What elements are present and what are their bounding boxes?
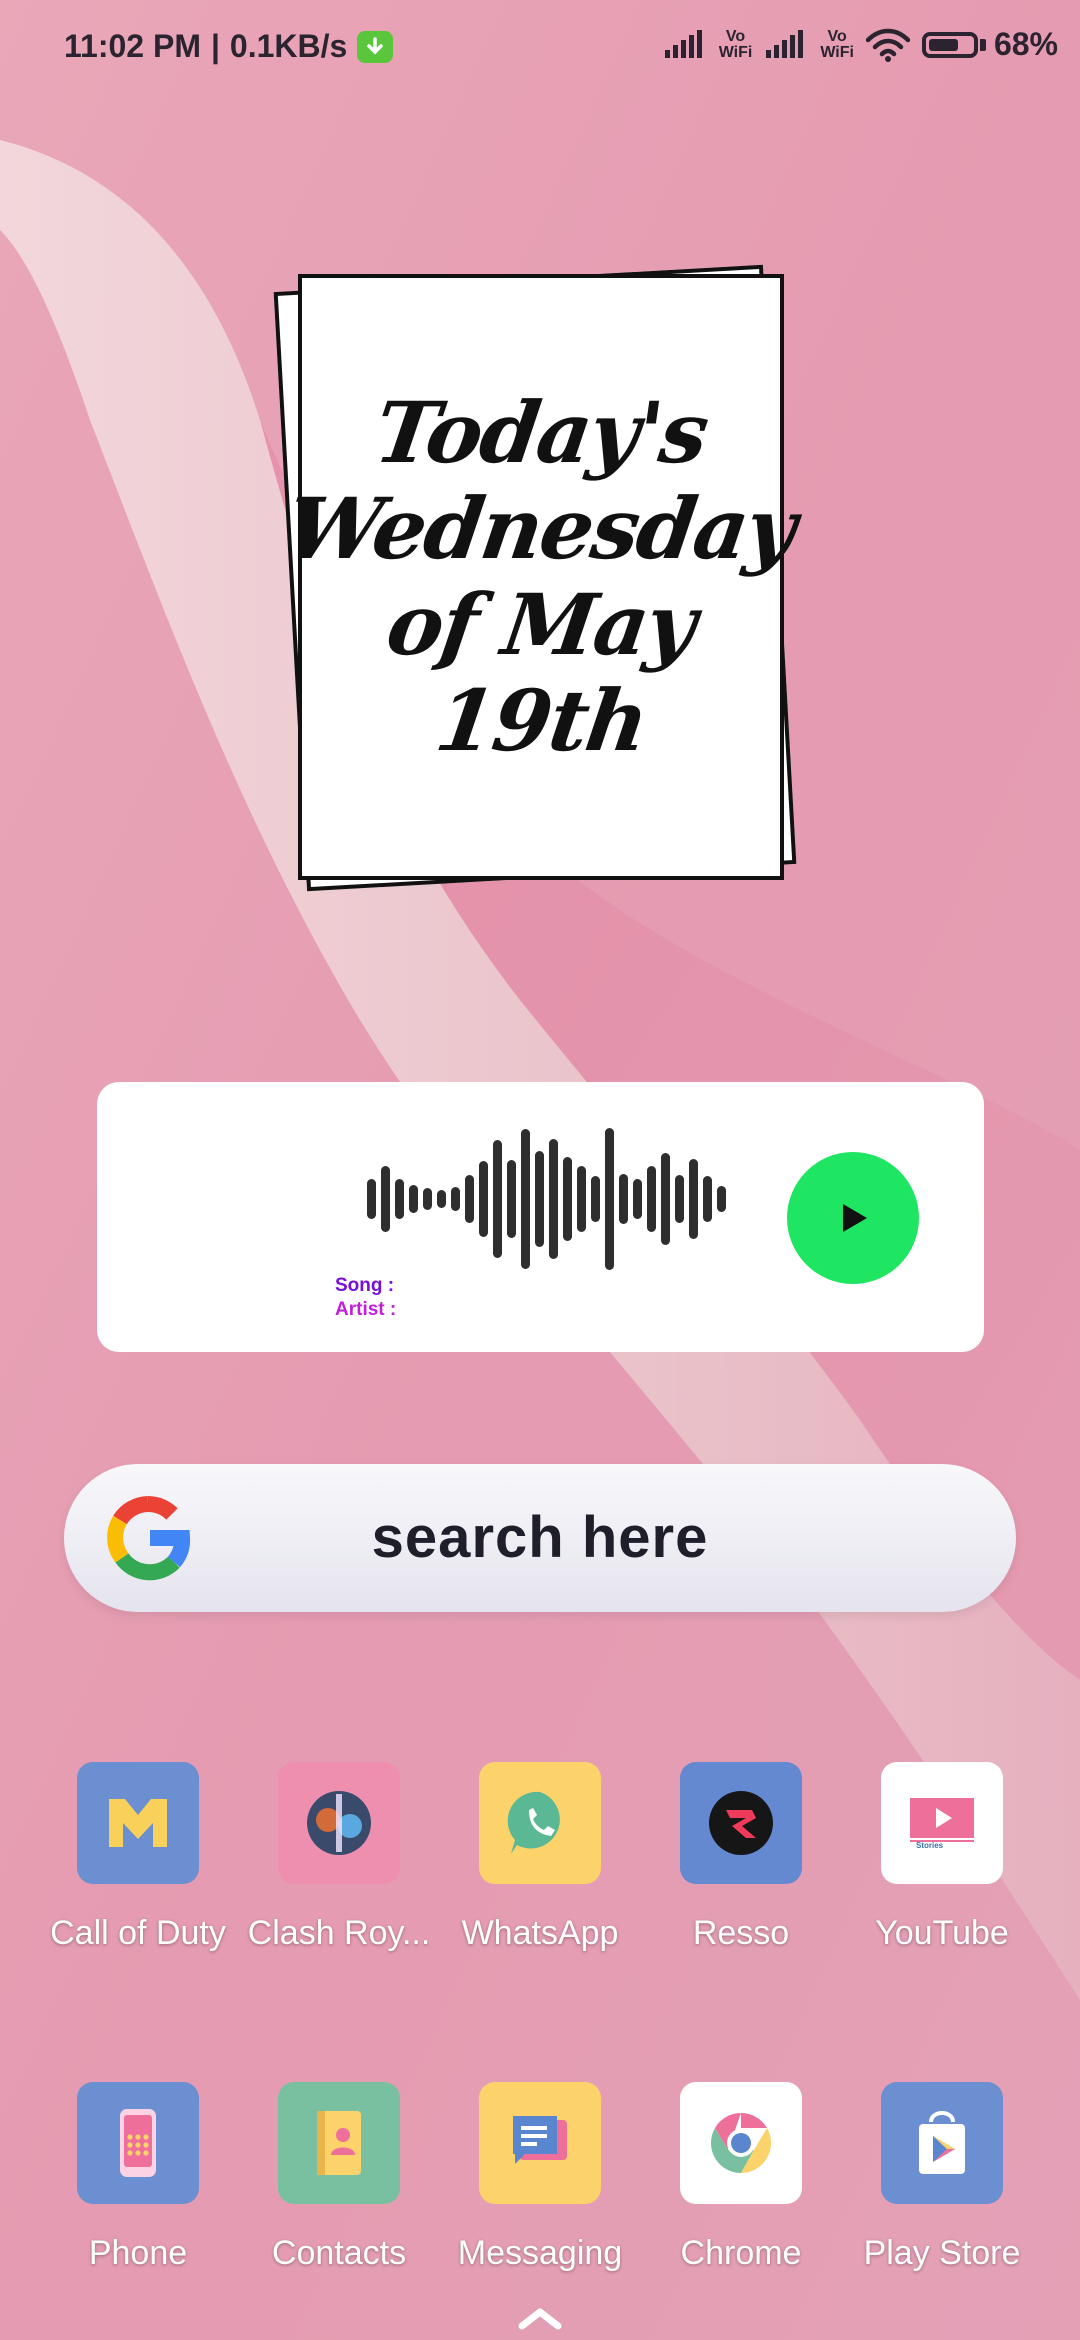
search-placeholder: search here: [371, 1505, 709, 1570]
youtube-icon: Stories: [881, 1762, 1003, 1884]
date-widget[interactable]: Today's Wednesday of May 19th: [260, 258, 820, 908]
app-resso[interactable]: Resso: [641, 1762, 841, 1953]
app-chrome[interactable]: Chrome: [641, 2082, 841, 2273]
app-label: Call of Duty: [50, 1914, 226, 1952]
app-call-of-duty[interactable]: Call of Duty: [38, 1762, 238, 1953]
resso-icon: [680, 1762, 802, 1884]
status-bar: 11:02 PM | 0.1KB/s Vo WiFi Vo WiFi 68%: [0, 0, 1080, 96]
contacts-icon: [278, 2082, 400, 2204]
app-label: Contacts: [271, 2234, 407, 2272]
wave-bar: [437, 1190, 446, 1208]
wave-bar: [577, 1166, 586, 1232]
vowifi-icon: Vo WiFi: [718, 27, 753, 61]
wave-bar: [395, 1179, 404, 1219]
app-label: WhatsApp: [461, 1914, 619, 1952]
app-label: Play Store: [863, 2234, 1021, 2272]
wave-bar: [717, 1186, 726, 1212]
wave-bar: [409, 1185, 418, 1213]
play-icon: [843, 1204, 867, 1232]
date-line-4: 19th: [429, 671, 653, 770]
app-whatsapp[interactable]: WhatsApp: [440, 1762, 640, 1953]
app-label: Phone: [88, 2234, 188, 2272]
wave-bar: [521, 1129, 530, 1269]
app-label: Messaging: [457, 2234, 623, 2272]
download-icon: [357, 30, 394, 63]
signal-icon: [664, 29, 702, 58]
wave-bar: [703, 1176, 712, 1222]
battery-percent: 68%: [993, 26, 1058, 62]
chevron-up-icon[interactable]: [516, 2306, 564, 2330]
chrome-icon: [680, 2082, 802, 2204]
clash-royale-icon: [278, 1762, 400, 1884]
sound-wave-icon: [367, 1124, 737, 1274]
wave-bar: [535, 1151, 544, 1247]
paper-front: Today's Wednesday of May 19th: [281, 274, 801, 880]
app-label: YouTube: [875, 1914, 1009, 1952]
app-label: Resso: [692, 1914, 790, 1952]
play-button[interactable]: [787, 1152, 919, 1284]
wave-bar: [633, 1179, 642, 1219]
music-widget[interactable]: Song : Artist :: [97, 1082, 984, 1352]
wifi-icon: [865, 28, 910, 62]
battery-indicator: 68%: [921, 26, 1058, 63]
song-label: Song :: [335, 1275, 395, 1296]
call-of-duty-icon: [77, 1762, 199, 1884]
clock: 11:02 PM: [64, 28, 201, 64]
wave-bar: [423, 1188, 432, 1210]
wave-bar: [647, 1166, 656, 1232]
wave-bar: [479, 1161, 488, 1237]
status-left: 11:02 PM | 0.1KB/s: [64, 28, 394, 65]
app-play-store[interactable]: Play Store: [842, 2082, 1042, 2273]
wave-bar: [563, 1157, 572, 1241]
wave-bar: [661, 1153, 670, 1245]
wave-bar: [591, 1176, 600, 1222]
song-meta: Song : Artist :: [335, 1274, 396, 1322]
wave-bar: [465, 1175, 474, 1223]
whatsapp-icon: [479, 1762, 601, 1884]
play-store-icon: [881, 2082, 1003, 2204]
date-line-2: Wednesday: [281, 479, 801, 578]
artist-label: Artist :: [335, 1299, 397, 1320]
app-label: Clash Roy...: [247, 1914, 431, 1952]
battery-icon: [921, 31, 978, 58]
app-youtube[interactable]: Stories YouTube: [842, 1762, 1042, 1953]
wave-bar: [689, 1159, 698, 1239]
wave-bar: [493, 1140, 502, 1258]
wave-bar: [381, 1166, 390, 1232]
app-contacts[interactable]: Contacts: [239, 2082, 439, 2273]
wave-bar: [507, 1160, 516, 1238]
date-line-3: of May: [381, 575, 701, 674]
wave-bar: [367, 1179, 376, 1219]
wave-bar: [619, 1174, 628, 1224]
phone-icon: [77, 2082, 199, 2204]
wave-bar: [605, 1128, 614, 1270]
vowifi-icon-2: Vo WiFi: [820, 27, 854, 61]
wave-bar: [549, 1139, 558, 1259]
wave-bar: [675, 1175, 684, 1223]
svg-text:Stories: Stories: [916, 1841, 944, 1850]
signal-icon-2: [766, 29, 804, 58]
status-right: Vo WiFi Vo WiFi 68%: [663, 26, 1058, 63]
search-bar[interactable]: search here: [64, 1464, 1016, 1612]
date-line-1: Today's: [369, 383, 713, 482]
messaging-icon: [479, 2082, 601, 2204]
app-phone[interactable]: Phone: [38, 2082, 238, 2273]
network-speed: 0.1KB/s: [229, 28, 348, 64]
wave-bar: [451, 1187, 460, 1211]
app-messaging[interactable]: Messaging: [440, 2082, 640, 2273]
app-label: Chrome: [680, 2234, 802, 2272]
app-clash-royale[interactable]: Clash Roy...: [239, 1762, 439, 1953]
separator: |: [210, 28, 220, 64]
